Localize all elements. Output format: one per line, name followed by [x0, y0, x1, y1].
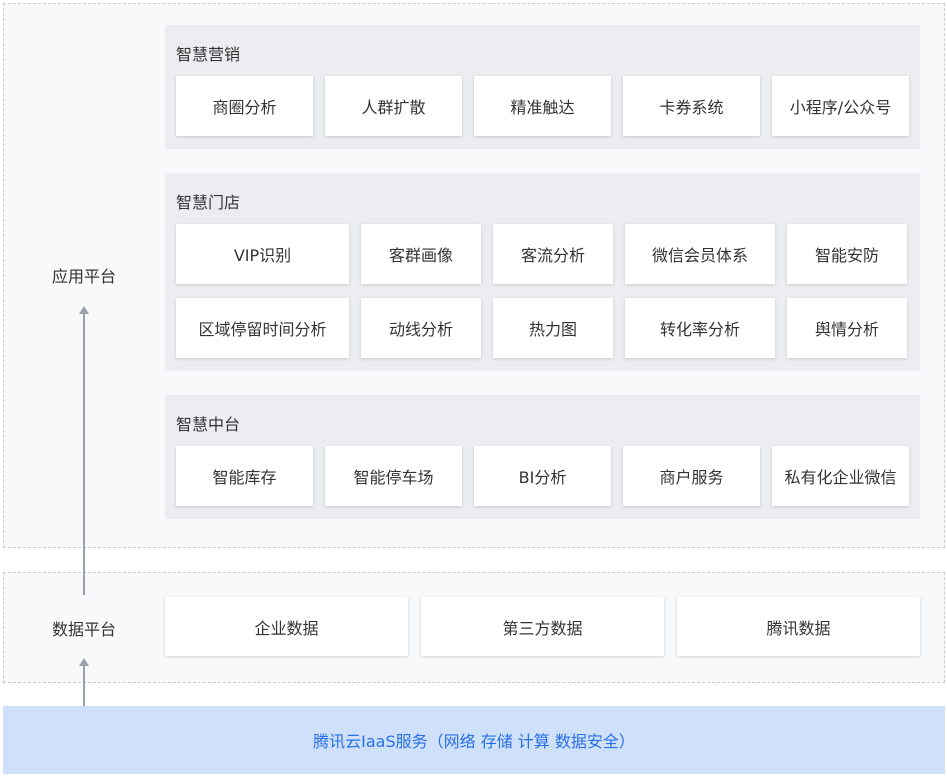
- data-source-card[interactable]: 企业数据: [165, 597, 408, 656]
- data-source-card[interactable]: 腾讯数据: [677, 597, 920, 656]
- smart-store-panel: 智慧门店 VIP识别 客群画像 客流分析 微信会员体系 智能安防 区域停留时间分…: [165, 173, 920, 371]
- data-platform-row: 企业数据 第三方数据 腾讯数据: [165, 597, 920, 656]
- module-card[interactable]: 客流分析: [493, 224, 613, 284]
- module-card[interactable]: 智能库存: [176, 446, 313, 506]
- module-card[interactable]: 客群画像: [361, 224, 481, 284]
- module-card[interactable]: 区域停留时间分析: [176, 298, 349, 358]
- smart-middle-platform-panel: 智慧中台 智能库存 智能停车场 BI分析 商户服务 私有化企业微信: [165, 395, 920, 519]
- module-card[interactable]: 商户服务: [623, 446, 760, 506]
- panel-title: 智慧中台: [176, 415, 241, 434]
- data-platform-label: 数据平台: [51, 620, 116, 639]
- panel-title: 智慧营销: [176, 45, 241, 64]
- data-source-card[interactable]: 第三方数据: [421, 597, 664, 656]
- module-card[interactable]: 智能安防: [787, 224, 907, 284]
- module-card[interactable]: VIP识别: [176, 224, 349, 284]
- smart-marketing-panel: 智慧营销 商圈分析 人群扩散 精准触达 卡券系统 小程序/公众号: [165, 25, 920, 149]
- module-card[interactable]: 人群扩散: [325, 76, 462, 136]
- module-card[interactable]: 热力图: [493, 298, 613, 358]
- arrow-iaas-to-data-line: [83, 666, 85, 706]
- arrow-data-to-app-line: [83, 314, 85, 595]
- arrow-up-icon: [79, 658, 89, 666]
- module-card[interactable]: 卡券系统: [623, 76, 760, 136]
- module-card[interactable]: 微信会员体系: [625, 224, 775, 284]
- iaas-label: 腾讯云IaaS服务（网络 存储 计算 数据安全）: [313, 732, 635, 751]
- module-card[interactable]: 私有化企业微信: [772, 446, 909, 506]
- module-card[interactable]: 智能停车场: [325, 446, 462, 506]
- module-card[interactable]: BI分析: [474, 446, 611, 506]
- module-card[interactable]: 舆情分析: [787, 298, 907, 358]
- module-card[interactable]: 转化率分析: [625, 298, 775, 358]
- module-card[interactable]: 商圈分析: [176, 76, 313, 136]
- module-card[interactable]: 小程序/公众号: [772, 76, 909, 136]
- iaas-foundation-bar: 腾讯云IaaS服务（网络 存储 计算 数据安全）: [3, 706, 945, 774]
- arrow-up-icon: [79, 306, 89, 314]
- app-platform-label: 应用平台: [51, 267, 116, 286]
- panel-title: 智慧门店: [176, 193, 241, 212]
- module-card[interactable]: 精准触达: [474, 76, 611, 136]
- module-card[interactable]: 动线分析: [361, 298, 481, 358]
